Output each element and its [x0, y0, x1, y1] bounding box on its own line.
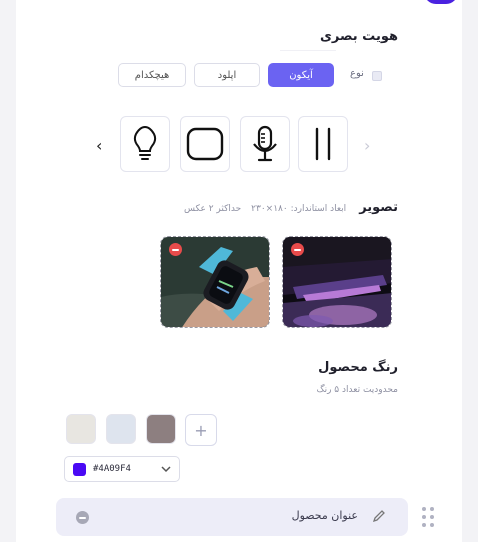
remove-image-button[interactable] [291, 243, 304, 256]
drag-handle-icon[interactable] [421, 506, 435, 528]
add-color-button[interactable]: + [185, 414, 217, 446]
product-color-title: رنگ محصول [318, 360, 398, 375]
icon-option-microphone[interactable] [240, 116, 290, 172]
chevron-down-icon [161, 466, 171, 473]
plus-icon: + [194, 420, 208, 440]
type-label: نوع [350, 68, 364, 79]
image-dimensions: ابعاد استاندارد: ۱۸۰×۲۳۰ [251, 204, 347, 214]
remove-image-button[interactable] [169, 243, 182, 256]
visual-identity-title: هویت بصری [319, 29, 398, 44]
image-constraints: ابعاد استاندارد: ۱۸۰×۲۳۰ حداکثر ۲ عکس [174, 204, 346, 214]
uploaded-image-watch[interactable] [160, 236, 270, 328]
product-title-field[interactable]: عنوان محصول [56, 498, 408, 536]
carousel-next-arrow[interactable]: ‹ [96, 136, 102, 155]
type-selector: نوع آیکون اپلود هیچکدام [0, 62, 478, 90]
icon-option-rounded-square[interactable] [180, 116, 230, 172]
uploaded-image-laptop[interactable] [282, 236, 392, 328]
color-swatch[interactable] [146, 414, 176, 444]
color-limit-note: محدودیت تعداد ۵ رنگ [316, 385, 398, 395]
pause-icon [315, 127, 331, 161]
color-swatch[interactable] [106, 414, 136, 444]
type-option-icon[interactable]: آیکون [268, 63, 334, 87]
carousel-prev-arrow[interactable]: › [364, 136, 370, 155]
product-title-label: عنوان محصول [291, 509, 358, 522]
type-option-upload[interactable]: اپلود [194, 63, 260, 87]
color-picker-select[interactable]: #4A09F4 [64, 456, 180, 482]
selected-color-hex: #4A09F4 [93, 464, 131, 474]
microphone-icon [253, 125, 277, 162]
icon-option-lightbulb[interactable] [120, 116, 170, 172]
remove-field-button[interactable] [76, 511, 89, 524]
selected-color-chip [73, 463, 86, 476]
image-max-count: حداکثر ۲ عکس [184, 204, 242, 214]
pencil-icon[interactable] [372, 509, 386, 523]
type-checkbox[interactable] [372, 71, 382, 81]
image-section-title: تصویر [359, 200, 398, 215]
color-swatch[interactable] [66, 414, 96, 444]
type-option-none[interactable]: هیچکدام [118, 63, 186, 87]
rounded-square-icon [186, 127, 224, 161]
icon-option-pause[interactable] [298, 116, 348, 172]
lightbulb-icon [133, 125, 157, 160]
divider [280, 50, 336, 51]
